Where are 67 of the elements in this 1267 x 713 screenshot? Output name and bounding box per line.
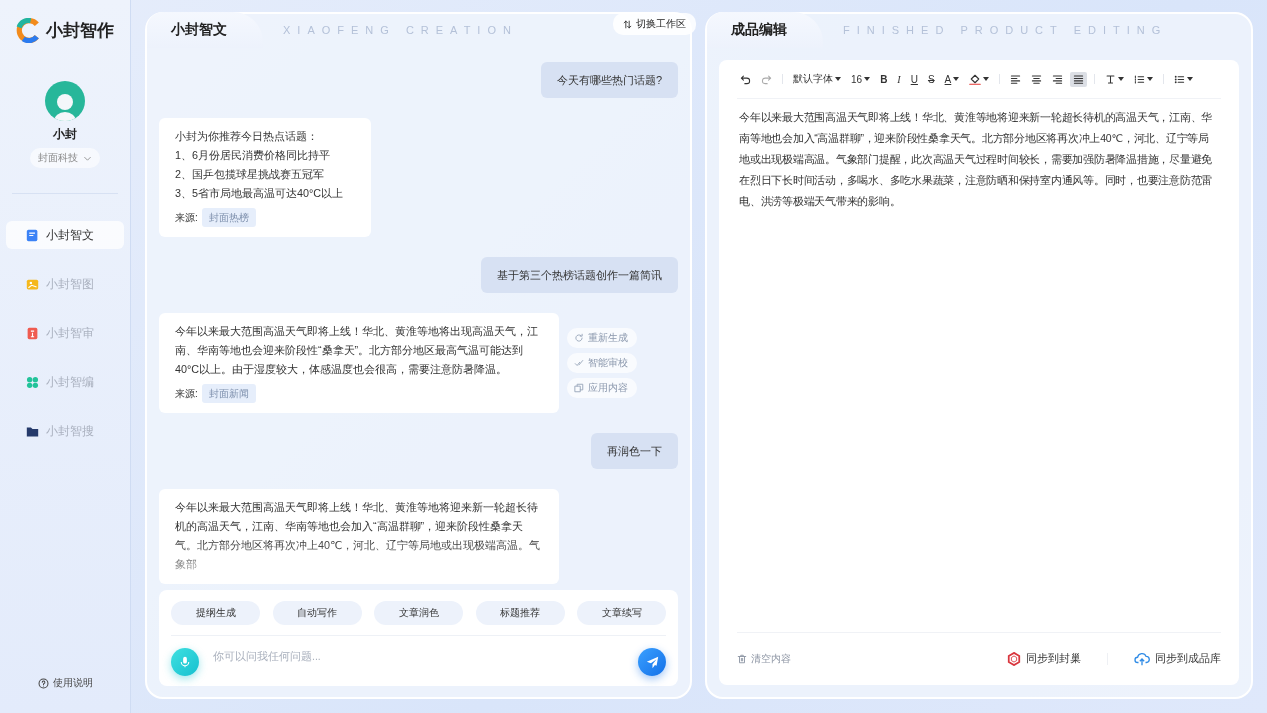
cloud-upload-icon [1134,652,1150,666]
quick-action-button[interactable]: 提纲生成 [171,601,260,625]
text-height-icon [1105,73,1117,85]
message-text: 1、6月份居民消费价格同比持平 [175,148,331,163]
user-message: 再润色一下 [591,433,678,469]
watermark-title: XIAOFENG CREATION [283,24,518,36]
help-link[interactable]: 使用说明 [31,675,99,691]
quick-action-button[interactable]: 标题推荐 [475,601,565,625]
quick-action-button[interactable]: 文章续写 [577,601,666,625]
user-message: 今天有哪些热门话题? [540,62,678,98]
message-text: 今年以来最大范围高温天气即将上线！华北、黄淮等地将迎来新一轮超长待机的高温天气，江南、华南等地也会加入“高温群聊”，迎来阶段性桑拿天气。北方部分地区将再次冲上40℃，河北、辽宁等局地或出现极端高温。气象部 [175,500,542,572]
quick-action-button[interactable]: 文章润色 [374,601,463,625]
caret-icon [1118,77,1125,81]
paint-bucket-icon [969,73,982,85]
message-text: 3、5省市局地最高温可达40°C以上 [175,186,345,201]
toolbar-button[interactable]: U [907,71,921,87]
switch-workspace-button[interactable]: 切换工作区 [613,13,696,35]
sync-button[interactable]: 同步到成品库 [1134,652,1221,666]
user-message: 基于第三个热榜话题创作一篇简讯 [481,257,678,293]
hexagon-icon [1007,652,1021,666]
quick-action-button[interactable]: 自动写作 [272,601,362,625]
watermark-title: FINISHED PRODUCT EDITING [843,24,1168,36]
toolbar-button[interactable]: S [924,71,938,87]
swap-icon [623,19,632,29]
check-icon [574,358,584,368]
toolbar-button[interactable]: A [941,71,963,87]
toolbar-button[interactable] [1070,71,1088,87]
help-icon [37,677,49,689]
align-right-icon [1052,73,1064,85]
toolbar-button[interactable]: 默认字体 [790,70,844,88]
caret-icon [983,77,990,81]
bullet-list-icon [1174,73,1186,85]
caret-icon [1147,77,1154,81]
copy-icon [574,383,584,393]
caret-icon [864,77,871,81]
send-button[interactable] [638,648,666,676]
toolbar-button[interactable]: B [877,71,891,87]
refresh-icon [574,333,584,343]
numbered-list-icon [1134,73,1146,85]
source-tag: 封面热榜 [201,208,256,227]
paper-plane-icon [645,655,659,669]
organization-dropdown[interactable]: 封面科技 [30,148,100,168]
sync-button[interactable]: 同步到封巢 [1007,652,1081,666]
avatar [45,81,85,121]
undo-icon [740,73,751,85]
message-text: 2、国乒包揽球星挑战赛五冠军 [175,167,325,182]
logo-icon [16,18,41,43]
trash-icon [737,654,747,664]
caret-icon [1187,77,1194,81]
toolbar-button[interactable]: I [894,71,904,87]
message-text: 小封为你推荐今日热点话题： [175,129,319,144]
toolbar-button[interactable]: 16 [848,71,874,87]
source-label: 来源: [175,211,198,225]
caret-icon [953,77,960,81]
caret-icon [835,77,841,81]
message-text: 今年以来最大范围高温天气即将上线！华北、黄淮等地将出现高温天气，江南、华南等地也会迎来阶段性“桑拿天”。北方部分地区最高气温可能达到40°C以上。由于湿度较大，体感温度也会很高，需要注意防暑降温。 [175,324,539,377]
nav-item[interactable]: 小封智文 [6,221,124,249]
justify-icon [1073,73,1085,85]
source-tag: 封面新闻 [201,384,256,403]
editor-text: 今年以来最大范围高温天气即将上线！华北、黄淮等地将迎来新一轮超长待机的高温天气，江南、华南等地也会加入“高温群聊”，迎来阶段性桑拿天气。北方部分地区将再次冲上40℃，河北、辽宁等局地或出现极端高温。气象部门提醒，此次高温天气过程时间较长，需要加强防暑降温措施，尽量避免在烈日下长时间活动，多喝水、多吃水果蔬菜，注意防晒和保持室内通风等。同时，也要注意防范雷电、洪涝等极端天气带来的影响。 [738,110,1213,209]
app-name: 小封智作 [46,20,114,42]
align-center-icon [1031,73,1043,85]
source-label: 来源: [175,387,198,401]
user-name: 小封 [53,126,77,143]
microphone-icon [179,656,191,668]
redo-icon [761,73,772,85]
align-left-icon [1010,73,1022,85]
